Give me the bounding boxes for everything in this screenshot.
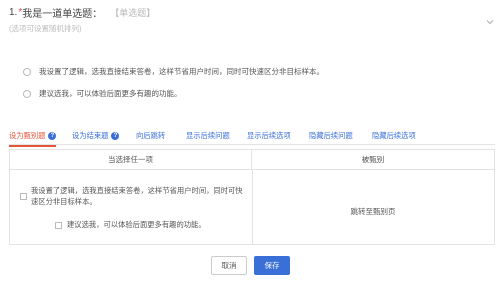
question-subtitle: (选项可设置随机排列) (9, 24, 82, 33)
table-header-action: 被甄别 (252, 150, 494, 170)
tab-hide-following-options[interactable]: 隐藏后续选项 (372, 131, 416, 141)
option-item-2[interactable]: 建议选我，可以体验后面更多有趣的功能。 (23, 88, 182, 99)
action-text: 跳转至甄别页 (350, 207, 396, 216)
option-label: 我设置了逻辑，选我直接结束答卷，这样节省用户时间，同时可快速区分非目标样本。 (39, 67, 324, 76)
cancel-button[interactable]: 取消 (211, 256, 247, 275)
tab-label: 隐藏后续问题 (309, 131, 353, 140)
condition-option-label: 我设置了逻辑，选我直接结束答卷，这样节省用户时间，同时可快速区分非目标样本。 (31, 186, 243, 206)
condition-option-label: 建议选我，可以体验后面更多有趣的功能。 (67, 220, 206, 229)
logic-table: 当选择任一项 被甄别 我设置了逻辑，选我直接结束答卷，这样节省用户时间，同时可快… (9, 149, 495, 245)
tab-screening[interactable]: 设为甄别题 ? (9, 131, 57, 147)
tab-hide-following-questions[interactable]: 隐藏后续问题 (309, 131, 353, 141)
option-item-1[interactable]: 我设置了逻辑，选我直接结束答卷，这样节省用户时间，同时可快速区分非目标样本。 (23, 66, 324, 77)
tab-label: 显示后续选项 (247, 131, 291, 140)
condition-option-2[interactable]: 建议选我，可以体验后面更多有趣的功能。 (55, 220, 206, 230)
tab-end-question[interactable]: 设为结束题 ? (72, 131, 120, 141)
chevron-down-icon[interactable] (486, 18, 494, 26)
option-label: 建议选我，可以体验后面更多有趣的功能。 (39, 89, 182, 98)
radio-button[interactable] (23, 67, 31, 76)
tab-jump-forward[interactable]: 向后跳转 (136, 131, 165, 141)
tab-label: 设为结束题 (72, 131, 109, 140)
tab-label: 向后跳转 (136, 131, 166, 140)
save-button[interactable]: 保存 (254, 256, 290, 275)
tab-label: 隐藏后续选项 (372, 131, 416, 140)
question-title-row: 1. * 我是一道单选题： 【单选题】 (9, 5, 494, 20)
help-icon[interactable]: ? (48, 132, 57, 140)
logic-tabs: 设为甄别题 ? 设为结束题 ? 向后跳转 显示后续问题 显示后续选项 隐藏后续问… (9, 128, 495, 147)
table-header-condition: 当选择任一项 (10, 150, 252, 170)
condition-option-1[interactable]: 我设置了逻辑，选我直接结束答卷，这样节省用户时间，同时可快速区分非目标样本。 (20, 185, 245, 207)
question-header: 1. * 我是一道单选题： 【单选题】 (选项可设置随机排列) (9, 5, 494, 34)
question-number: 1. (9, 7, 18, 18)
question-type-tag: 【单选题】 (110, 8, 156, 18)
checkbox[interactable] (55, 221, 62, 229)
tab-show-following-questions[interactable]: 显示后续问题 (186, 131, 230, 141)
checkbox[interactable] (20, 192, 27, 200)
tab-label: 显示后续问题 (186, 131, 230, 140)
help-icon[interactable]: ? (111, 132, 120, 140)
radio-button[interactable] (23, 89, 31, 98)
tab-show-following-options[interactable]: 显示后续选项 (247, 131, 291, 141)
question-title: 我是一道单选题： (22, 9, 103, 20)
tab-label: 设为甄别题 (9, 131, 46, 140)
